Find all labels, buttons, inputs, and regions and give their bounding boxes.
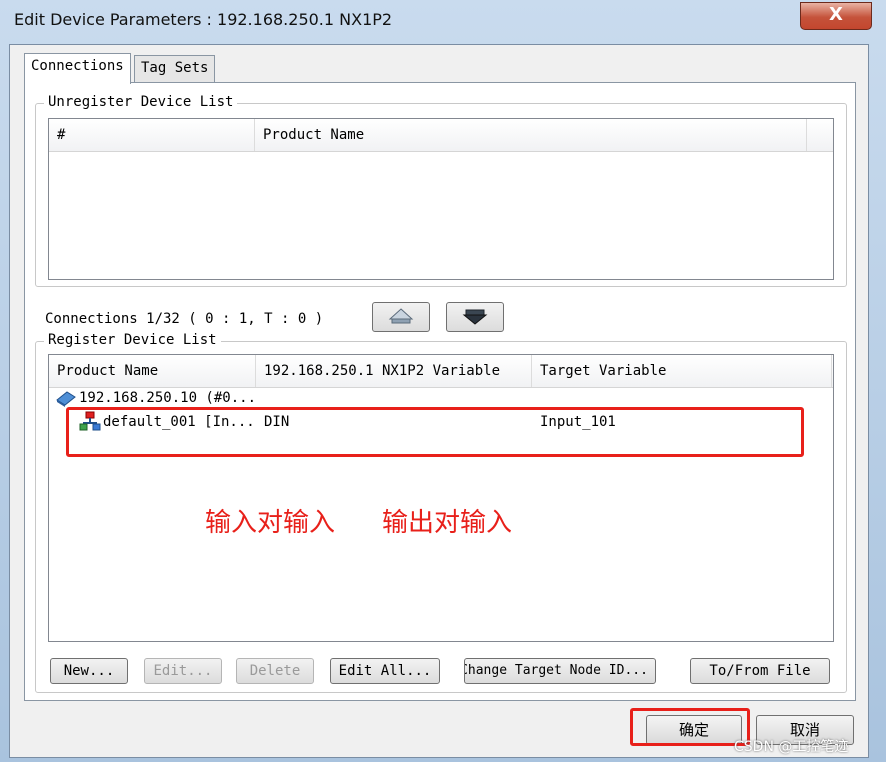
watermark: CSDN @工控笔迹 [734,739,849,755]
network-device-icon [56,391,76,407]
connections-panel: Unregister Device List # Product Name Co… [24,82,856,701]
annotation-output-to-input: 输出对输入 [382,508,513,538]
column-header-target-variable[interactable]: Target Variable [532,355,832,387]
highlight-box-ok [630,708,750,746]
title-bar[interactable]: Edit Device Parameters : 192.168.250.1 N… [0,0,886,44]
column-header-product-name[interactable]: Product Name [255,119,807,151]
unregister-button[interactable] [446,302,504,332]
register-device-list[interactable]: Product Name 192.168.250.1 NX1P2 Variabl… [48,354,834,642]
window-title: Edit Device Parameters : 192.168.250.1 N… [14,10,393,29]
unregister-device-list[interactable]: # Product Name [48,118,834,280]
edit-button[interactable]: Edit... [144,658,222,684]
edit-all-button[interactable]: Edit All... [330,658,440,684]
unregister-up-icon [462,309,488,325]
column-header-product-name[interactable]: Product Name [49,355,256,387]
unregister-group-label: Unregister Device List [44,94,238,110]
to-from-file-button[interactable]: To/From File [690,658,830,684]
close-icon: X [829,4,843,25]
delete-button[interactable]: Delete [236,658,314,684]
close-button[interactable]: X [800,2,872,30]
register-down-icon [388,308,414,324]
dialog-window: Edit Device Parameters : 192.168.250.1 N… [0,0,886,762]
tab-tag-sets[interactable]: Tag Sets [134,55,216,82]
register-list-header: Product Name 192.168.250.1 NX1P2 Variabl… [49,355,833,388]
change-target-node-id-button[interactable]: Change Target Node ID... [464,658,656,684]
column-header-originator-variable[interactable]: 192.168.250.1 NX1P2 Variable [256,355,532,387]
product-name-cell: 192.168.250.10 (#0... [79,390,257,406]
dialog-client: Connections Tag Sets Unregister Device L… [9,44,869,758]
register-button[interactable] [372,302,430,332]
unregister-group: Unregister Device List # Product Name [35,94,847,287]
highlight-box-row [66,407,804,457]
register-group-label: Register Device List [44,332,221,348]
new-button[interactable]: New... [50,658,128,684]
tab-connections[interactable]: Connections [24,53,131,84]
unregister-list-header: # Product Name [49,119,833,152]
annotation-input-to-input: 输入对输入 [205,508,336,538]
connections-count: Connections 1/32 ( 0 : 1, T : 0 ) [45,311,324,327]
column-header-number[interactable]: # [49,119,255,151]
